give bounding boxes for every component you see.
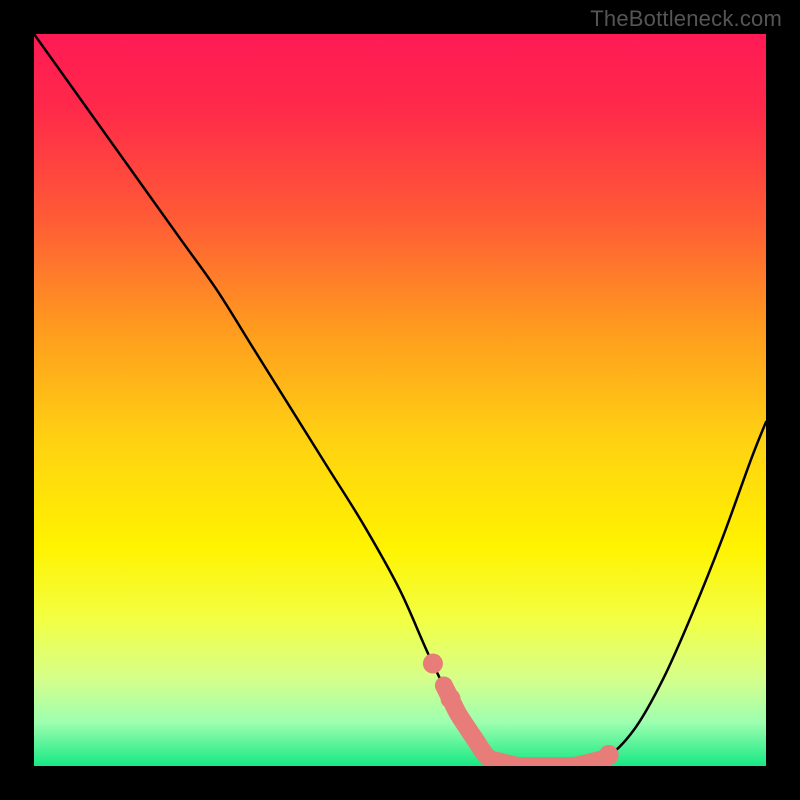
highlight-dot bbox=[441, 689, 461, 709]
chart-frame: TheBottleneck.com bbox=[0, 0, 800, 800]
bottleneck-curve bbox=[34, 34, 766, 766]
highlight-dot bbox=[423, 654, 443, 674]
highlight-dot bbox=[599, 745, 619, 765]
attribution-label: TheBottleneck.com bbox=[590, 6, 782, 32]
chart-curves bbox=[34, 34, 766, 766]
recommended-range-highlight bbox=[444, 685, 605, 766]
plot-area bbox=[34, 34, 766, 766]
